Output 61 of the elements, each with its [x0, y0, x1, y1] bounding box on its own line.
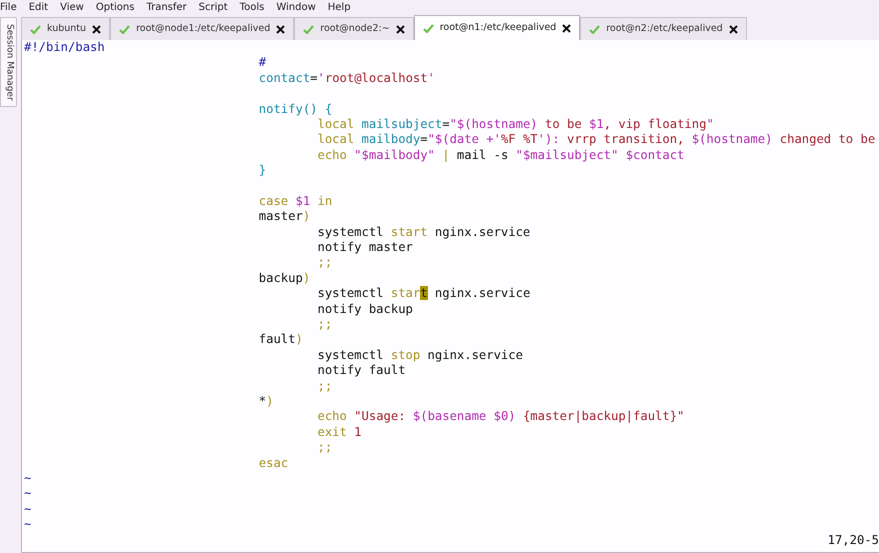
- code-line: local mailsubject="$(hostname) to be $1, vip floating": [317, 116, 714, 132]
- code-line: systemctl start nginx.service: [317, 224, 530, 240]
- close-icon[interactable]: [562, 24, 572, 32]
- menu-item[interactable]: Script: [198, 2, 228, 12]
- code-line: ;;: [317, 255, 332, 271]
- terminal-tab[interactable]: root@n1:/etc/keepalived: [414, 15, 580, 40]
- session-manager-tab[interactable]: Session Manager: [0, 17, 17, 107]
- code-line: systemctl start nginx.service: [317, 286, 530, 302]
- tab-label: root@node2:~: [320, 22, 390, 36]
- tab-label: kubuntu: [47, 22, 86, 36]
- terminal-tab[interactable]: root@n2:/etc/keepalived: [580, 17, 747, 40]
- code-line: #: [258, 55, 266, 71]
- close-icon[interactable]: [728, 24, 738, 34]
- code-line: esac: [258, 456, 288, 471]
- code-line: contact='root@localhost': [258, 70, 435, 86]
- code-line: notify backup: [317, 302, 413, 318]
- close-icon[interactable]: [396, 24, 405, 34]
- code-line: master): [258, 209, 310, 225]
- menu-item[interactable]: Window: [276, 2, 316, 12]
- code-line: local mailbody="$(date +'%F %T'): vrrp transition, $(hostname) changed to be: [317, 132, 876, 148]
- code-line: ;;: [317, 317, 332, 332]
- code-line: notify master: [317, 240, 413, 256]
- code-line: exit 1: [317, 424, 362, 440]
- code-line: echo "$mailbody" | mail -s "$mailsubject" $contact: [317, 148, 684, 164]
- tab-label: root@node1:/etc/keepalived: [136, 22, 270, 36]
- checkmark-icon: [30, 24, 41, 34]
- menu-item[interactable]: Edit: [28, 2, 48, 12]
- code-line: ;;: [317, 378, 332, 394]
- checkmark-icon: [119, 24, 130, 34]
- code-line: notify fault: [317, 363, 406, 379]
- menu-item[interactable]: File: [0, 2, 17, 12]
- empty-line-marker: ~: [24, 470, 32, 485]
- terminal-tab[interactable]: root@node2:~: [294, 17, 414, 40]
- empty-line-marker: ~: [24, 502, 32, 516]
- menu-item[interactable]: Tools: [240, 2, 264, 12]
- close-icon[interactable]: [276, 24, 286, 34]
- menu-item[interactable]: Transfer: [146, 2, 187, 12]
- terminal-tab[interactable]: root@node1:/etc/keepalived: [110, 17, 294, 40]
- code-line: fault): [258, 332, 303, 348]
- code-line: notify() {: [258, 102, 332, 117]
- code-line: case $1 in: [258, 194, 332, 210]
- checkmark-icon: [303, 24, 314, 34]
- code-line: echo "Usage: $(basename $0) {master|backup|fault}": [317, 409, 684, 425]
- code-line: ;;: [317, 440, 332, 456]
- code-line: *): [258, 394, 274, 410]
- checkmark-icon: [422, 24, 434, 32]
- cursor-position: 17,20-5: [828, 532, 879, 548]
- code-line: systemctl stop nginx.service: [317, 348, 523, 364]
- empty-line-marker: ~: [24, 517, 32, 532]
- code-line: #!/bin/bash: [24, 40, 105, 56]
- menu-item[interactable]: Options: [96, 2, 134, 12]
- menu-item[interactable]: View: [60, 2, 84, 12]
- tab-label: root@n1:/etc/keepalived: [440, 20, 556, 35]
- close-icon[interactable]: [92, 24, 102, 34]
- tab-label: root@n2:/etc/keepalived: [606, 22, 723, 36]
- code-line: backup): [258, 270, 310, 286]
- empty-line-marker: ~: [24, 486, 32, 500]
- code-line: }: [258, 163, 266, 179]
- terminal-tab[interactable]: kubuntu: [21, 17, 110, 40]
- checkmark-icon: [589, 24, 600, 34]
- menu-item[interactable]: Help: [328, 2, 351, 12]
